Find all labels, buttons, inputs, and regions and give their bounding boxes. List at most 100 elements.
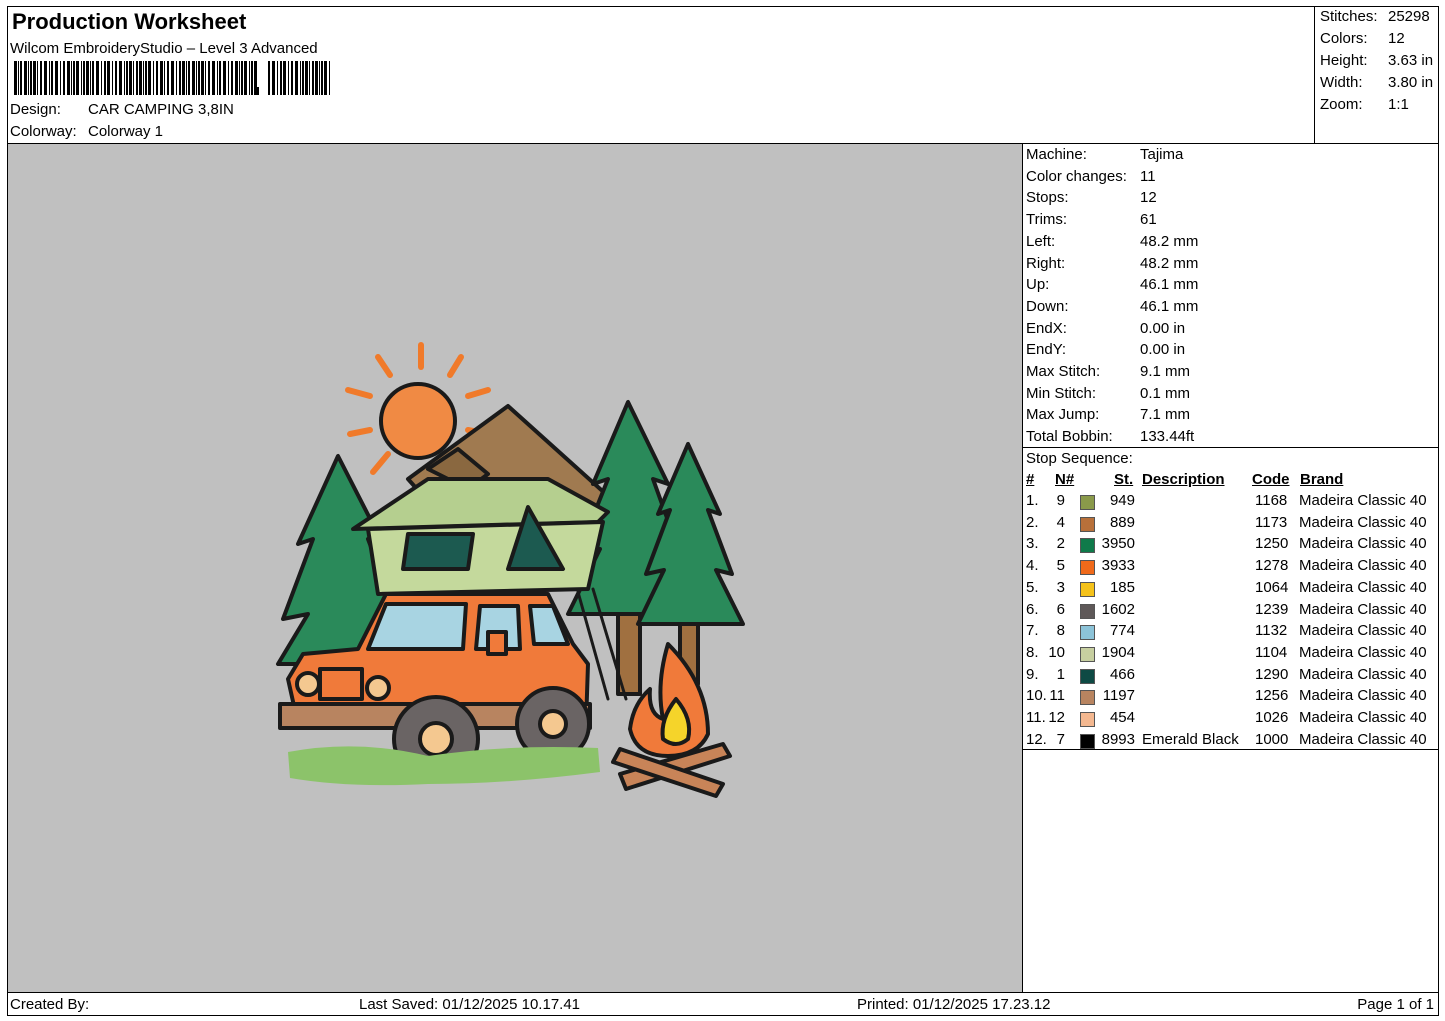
stop-brand: Madeira Classic 40 xyxy=(1299,643,1427,661)
machine-info-row: Trims: 61 xyxy=(1026,211,1157,228)
stop-needle: 6 xyxy=(1056,600,1065,618)
design-preview[interactable] xyxy=(7,143,1023,993)
stop-brand: Madeira Classic 40 xyxy=(1299,535,1427,553)
col-header-code: Code xyxy=(1252,471,1290,488)
stop-index: 5. xyxy=(1026,578,1039,596)
stop-row: 1. 9 949 1168 Madeira Classic 40 xyxy=(1022,492,1439,513)
stop-stitches: 1904 xyxy=(1101,643,1135,661)
stop-index: 3. xyxy=(1026,535,1039,553)
info-label: Max Jump: xyxy=(1026,406,1100,424)
color-swatch xyxy=(1080,625,1095,641)
page-number: Page 1 of 1 xyxy=(1357,996,1434,1013)
stop-row: 2. 4 889 1173 Madeira Classic 40 xyxy=(1022,514,1439,535)
machine-info-row: Up: 46.1 mm xyxy=(1026,276,1198,294)
stat-label: Colors: xyxy=(1320,30,1368,47)
stop-stitches: 949 xyxy=(1109,492,1135,509)
stop-needle: 4 xyxy=(1056,513,1065,531)
stop-brand: Madeira Classic 40 xyxy=(1299,730,1427,748)
stop-stitches: 1197 xyxy=(1102,687,1135,705)
machine-info-row: Color changes: 11 xyxy=(1026,167,1156,185)
stop-code: 1000 xyxy=(1255,730,1289,748)
stop-index: 10. xyxy=(1026,687,1047,705)
stop-stitches: 185 xyxy=(1109,578,1135,596)
machine-info-row: EndX: 0.00 in xyxy=(1026,320,1185,337)
empty-panel xyxy=(1022,749,1439,993)
info-label: Down: xyxy=(1026,297,1069,315)
info-value: 12 xyxy=(1140,189,1157,207)
colorway-name: Colorway 1 xyxy=(88,123,164,140)
stat-value: 1:1 xyxy=(1388,96,1409,113)
stop-index: 7. xyxy=(1026,622,1039,640)
stat-row: Stitches: 25298 xyxy=(1320,8,1430,25)
machine-info-row: Total Bobbin: 133.44ft xyxy=(1026,428,1194,445)
stat-label: Zoom: xyxy=(1320,96,1363,113)
col-header-brand: Brand xyxy=(1300,471,1344,488)
stat-label: Height: xyxy=(1320,52,1368,69)
software-name: Wilcom EmbroideryStudio – Level 3 Advanc… xyxy=(10,40,318,57)
stat-value: 3.63 in xyxy=(1388,52,1434,69)
sun xyxy=(379,382,457,460)
color-swatch xyxy=(1080,646,1095,662)
stop-needle: 2 xyxy=(1056,535,1065,553)
machine-info-row: EndY: 0.00 in xyxy=(1026,341,1185,359)
info-label: Color changes: xyxy=(1026,167,1127,185)
stop-needle: 11 xyxy=(1049,687,1065,705)
stop-description: Emerald Black xyxy=(1142,730,1239,748)
stop-stitches: 454 xyxy=(1109,709,1135,726)
info-value: 0.00 in xyxy=(1140,319,1186,337)
stat-row: Colors: 12 xyxy=(1320,30,1405,47)
stat-row: Height: 3.63 in xyxy=(1320,52,1433,69)
col-header-needle: N# xyxy=(1055,471,1075,488)
info-label: Up: xyxy=(1026,276,1050,294)
stop-needle: 5 xyxy=(1056,557,1065,575)
machine-info-row: Max Stitch: 9.1 mm xyxy=(1026,363,1190,380)
stop-brand: Madeira Classic 40 xyxy=(1299,665,1427,683)
created-by: Created By: xyxy=(10,996,90,1013)
stop-code: 1132 xyxy=(1255,622,1288,640)
color-swatch xyxy=(1080,733,1095,749)
info-label: Stops: xyxy=(1026,189,1069,207)
col-header-stitches: St. xyxy=(1114,471,1134,488)
color-swatch xyxy=(1080,516,1095,532)
stop-needle: 8 xyxy=(1056,622,1065,640)
info-value: 133.44ft xyxy=(1140,428,1195,446)
info-value: 7.1 mm xyxy=(1140,406,1191,424)
machine-info-row: Stops: 12 xyxy=(1026,189,1157,207)
last-saved: Last Saved: 01/12/2025 10.17.41 xyxy=(359,996,581,1013)
stop-row: 8. 10 1904 1104 Madeira Classic 40 xyxy=(1022,644,1439,665)
stop-code: 1168 xyxy=(1255,492,1288,509)
stop-brand: Madeira Classic 40 xyxy=(1299,578,1427,596)
color-swatch xyxy=(1080,495,1095,510)
stop-brand: Madeira Classic 40 xyxy=(1299,557,1427,575)
stat-label: Width: xyxy=(1320,74,1363,91)
worksheet-header: Production Worksheet Wilcom EmbroiderySt… xyxy=(7,6,1439,144)
colorway-row: Colorway: Colorway 1 xyxy=(10,123,163,140)
stop-code: 1239 xyxy=(1255,600,1289,618)
color-swatch xyxy=(1080,690,1095,706)
stop-code: 1290 xyxy=(1255,665,1289,683)
design-label: Design: xyxy=(10,101,61,118)
info-label: EndY: xyxy=(1026,341,1067,359)
stop-row: 7. 8 774 1132 Madeira Classic 40 xyxy=(1022,622,1439,643)
color-swatch xyxy=(1080,712,1095,727)
design-name: CAR CAMPING 3,8IN xyxy=(88,101,234,118)
design-row: Design: CAR CAMPING 3,8IN xyxy=(10,101,234,118)
stat-label: Stitches: xyxy=(1320,8,1378,25)
stop-brand: Madeira Classic 40 xyxy=(1299,492,1427,509)
worksheet-footer: Created By: Last Saved: 01/12/2025 10.17… xyxy=(7,992,1439,1016)
worksheet-title: Production Worksheet xyxy=(12,9,247,34)
stop-stitches: 774 xyxy=(1109,622,1135,640)
color-swatch xyxy=(1080,603,1095,619)
stat-value: 12 xyxy=(1388,30,1405,47)
stop-index: 1. xyxy=(1026,492,1039,509)
barcode-icon xyxy=(14,61,330,95)
stop-row: 5. 3 185 1064 Madeira Classic 40 xyxy=(1022,579,1439,600)
stat-value: 3.80 in xyxy=(1388,74,1434,91)
stop-stitches: 3950 xyxy=(1101,535,1135,553)
stop-sequence-panel: Stop Sequence: # N# St. Description Code… xyxy=(1022,447,1439,750)
stop-brand: Madeira Classic 40 xyxy=(1299,687,1427,705)
color-swatch xyxy=(1080,538,1095,554)
info-value: 46.1 mm xyxy=(1140,297,1199,315)
stop-needle: 9 xyxy=(1056,492,1065,509)
stop-stitches: 8993 xyxy=(1101,730,1135,748)
